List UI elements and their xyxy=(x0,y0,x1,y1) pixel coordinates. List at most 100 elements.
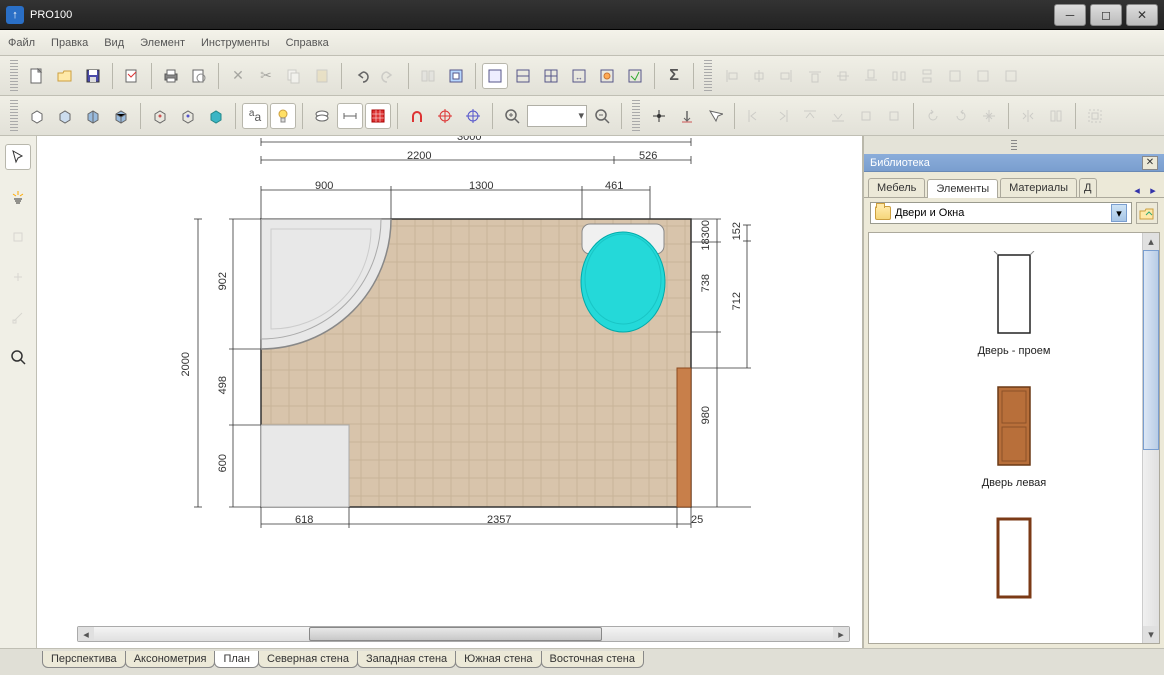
scroll-left-icon[interactable]: ◂ xyxy=(78,627,94,641)
tab-axonometry[interactable]: Аксонометрия xyxy=(125,651,216,668)
scroll-thumb[interactable] xyxy=(1143,250,1159,450)
tab-east-wall[interactable]: Восточная стена xyxy=(541,651,644,668)
library-close-icon[interactable]: ✕ xyxy=(1142,156,1158,170)
light-tool-icon[interactable] xyxy=(5,184,31,210)
cube-1-icon[interactable] xyxy=(24,103,50,129)
cube-fill-icon[interactable] xyxy=(203,103,229,129)
menu-help[interactable]: Справка xyxy=(286,37,329,49)
group-icon xyxy=(1082,103,1108,129)
zoom-input[interactable]: ▾ xyxy=(527,105,587,127)
tab-prev-icon[interactable]: ◂ xyxy=(1130,183,1144,197)
library-grip[interactable] xyxy=(864,136,1164,154)
cube-sel-2-icon[interactable] xyxy=(175,103,201,129)
target-2-icon[interactable] xyxy=(460,103,486,129)
dim-bottom-618: 618 xyxy=(295,514,313,526)
open-file-icon[interactable] xyxy=(52,63,78,89)
dim-right-738: 738 xyxy=(700,274,712,292)
tab-north-wall[interactable]: Северная стена xyxy=(258,651,358,668)
close-button[interactable]: ✕ xyxy=(1126,4,1158,26)
maximize-button[interactable]: ◻ xyxy=(1090,4,1122,26)
floor-plan-canvas[interactable]: 3000 2200 526 900 1300 461 2000 902 498 … xyxy=(37,136,862,648)
library-tab-more[interactable]: Д xyxy=(1079,178,1096,197)
library-folder-combo[interactable]: Двери и Окна ▾ xyxy=(870,202,1132,224)
new-file-icon[interactable] xyxy=(24,63,50,89)
toolbar-1: ✕ ✂ ↔ Σ xyxy=(0,56,1164,96)
cursor-snap-icon[interactable] xyxy=(702,103,728,129)
layer-icon[interactable] xyxy=(309,103,335,129)
dim-bottom-25: 25 xyxy=(691,514,703,526)
menu-view[interactable]: Вид xyxy=(104,37,124,49)
scroll-right-icon[interactable]: ▸ xyxy=(833,627,849,641)
cursor-center-icon[interactable] xyxy=(646,103,672,129)
dim-top-526: 526 xyxy=(639,150,657,162)
dim-right-152: 152 xyxy=(731,222,743,240)
menu-edit[interactable]: Правка xyxy=(51,37,88,49)
toggle-4-icon[interactable]: ↔ xyxy=(566,63,592,89)
sigma-icon[interactable]: Σ xyxy=(661,63,687,89)
print-icon[interactable] xyxy=(158,63,184,89)
toggle-6-icon[interactable] xyxy=(622,63,648,89)
folder-up-button[interactable] xyxy=(1136,202,1158,224)
library-item[interactable]: Дверь левая xyxy=(869,365,1159,497)
save-icon[interactable] xyxy=(80,63,106,89)
library-tabs: Мебель Элементы Материалы Д ◂ ▸ xyxy=(864,172,1164,198)
zoom-tool-icon[interactable] xyxy=(5,344,31,370)
rotate-left-icon xyxy=(920,103,946,129)
equal-size-icon xyxy=(998,63,1024,89)
undo-icon[interactable] xyxy=(348,63,374,89)
library-tab-elements[interactable]: Элементы xyxy=(927,179,998,198)
toolbar-grip[interactable] xyxy=(632,100,640,132)
menu-file[interactable]: Файл xyxy=(8,37,35,49)
toggle-2-icon[interactable] xyxy=(510,63,536,89)
cube-3-icon[interactable] xyxy=(80,103,106,129)
menu-element[interactable]: Элемент xyxy=(140,37,185,49)
dropdown-icon[interactable]: ▾ xyxy=(1111,204,1127,222)
target-1-icon[interactable] xyxy=(432,103,458,129)
print-preview-icon[interactable] xyxy=(186,63,212,89)
scroll-down-icon[interactable]: ▾ xyxy=(1143,626,1159,643)
minimize-button[interactable]: ─ xyxy=(1054,4,1086,26)
library-title: Библиотека xyxy=(870,157,930,169)
menu-tools[interactable]: Инструменты xyxy=(201,37,270,49)
library-item[interactable] xyxy=(869,497,1159,617)
tab-next-icon[interactable]: ▸ xyxy=(1146,183,1160,197)
toggle-5-icon[interactable] xyxy=(594,63,620,89)
toggle-1-icon[interactable] xyxy=(482,63,508,89)
library-tab-materials[interactable]: Материалы xyxy=(1000,178,1077,197)
move-down-icon[interactable] xyxy=(674,103,700,129)
cube-2-icon[interactable] xyxy=(52,103,78,129)
zoom-out-icon[interactable] xyxy=(589,103,615,129)
pointer-tool-icon[interactable] xyxy=(5,144,31,170)
move-down2-icon xyxy=(825,103,851,129)
dim-right-18300: 18300 xyxy=(700,220,712,251)
scroll-up-icon[interactable]: ▴ xyxy=(1143,233,1159,250)
menu-bar: Файл Правка Вид Элемент Инструменты Спра… xyxy=(0,30,1164,56)
library-tab-furniture[interactable]: Мебель xyxy=(868,178,925,197)
toolbar-grip[interactable] xyxy=(704,60,712,92)
light-icon[interactable] xyxy=(270,103,296,129)
toolbar-grip[interactable] xyxy=(10,100,18,132)
grid-icon[interactable] xyxy=(365,103,391,129)
cube-sel-1-icon[interactable] xyxy=(147,103,173,129)
materials-icon[interactable] xyxy=(443,63,469,89)
zoom-in-icon[interactable] xyxy=(499,103,525,129)
move-left-icon xyxy=(741,103,767,129)
tool-4-icon xyxy=(5,264,31,290)
library-scrollbar[interactable]: ▴ ▾ xyxy=(1142,233,1159,643)
canvas-h-scrollbar[interactable]: ◂ ▸ xyxy=(77,626,850,642)
dim-top-900: 900 xyxy=(315,180,333,192)
snap-icon[interactable] xyxy=(404,103,430,129)
tab-perspective[interactable]: Перспектива xyxy=(42,651,126,668)
library-item[interactable]: Дверь - проем xyxy=(869,233,1159,365)
dimension-icon[interactable] xyxy=(337,103,363,129)
cube-4-icon[interactable] xyxy=(108,103,134,129)
tab-plan[interactable]: План xyxy=(214,651,259,668)
tool-5-icon xyxy=(5,304,31,330)
text-icon[interactable]: aa xyxy=(242,103,268,129)
tab-west-wall[interactable]: Западная стена xyxy=(357,651,456,668)
page-setup-icon[interactable] xyxy=(119,63,145,89)
scroll-thumb[interactable] xyxy=(309,627,602,641)
tab-south-wall[interactable]: Южная стена xyxy=(455,651,541,668)
toggle-3-icon[interactable] xyxy=(538,63,564,89)
toolbar-grip[interactable] xyxy=(10,60,18,92)
